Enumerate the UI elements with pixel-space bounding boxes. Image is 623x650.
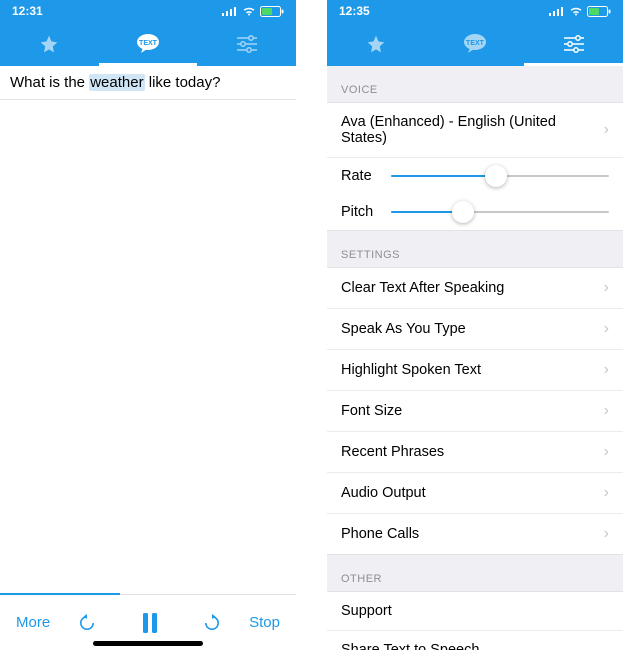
text-bubble-icon: TEXT — [462, 33, 488, 55]
settings-row-label: Clear Text After Speaking — [341, 280, 604, 296]
voice-list: Ava (Enhanced) - English (United States)… — [327, 102, 623, 231]
status-bar: 12:35 — [327, 0, 623, 22]
pitch-label: Pitch — [341, 204, 381, 220]
tab-settings[interactable] — [197, 22, 296, 66]
settings-row[interactable]: Audio Output› — [327, 473, 623, 514]
pause-button[interactable] — [119, 612, 181, 634]
wifi-icon — [569, 6, 583, 16]
tab-favorites[interactable] — [327, 22, 426, 66]
forward-icon — [202, 613, 222, 633]
phone-text-screen: 12:31 TEXT What is the weather like toda… — [0, 0, 296, 650]
star-icon — [39, 34, 59, 54]
chevron-right-icon: › — [604, 121, 609, 139]
section-header-voice: VOICE — [327, 66, 623, 102]
text-input-display[interactable]: What is the weather like today? — [0, 66, 296, 100]
battery-icon — [587, 6, 611, 17]
tab-favorites[interactable] — [0, 22, 99, 66]
settings-row-label: Highlight Spoken Text — [341, 362, 604, 378]
settings-row-label: Audio Output — [341, 485, 604, 501]
wifi-icon — [242, 6, 256, 16]
settings-list: Clear Text After Speaking›Speak As You T… — [327, 267, 623, 555]
settings-row[interactable]: Font Size› — [327, 391, 623, 432]
rate-thumb[interactable] — [485, 165, 507, 187]
status-time: 12:31 — [12, 4, 43, 18]
settings-row[interactable]: Clear Text After Speaking› — [327, 268, 623, 309]
sliders-icon — [237, 35, 257, 53]
rate-slider-row: Rate — [327, 158, 623, 194]
battery-icon — [260, 6, 284, 17]
svg-text:TEXT: TEXT — [466, 40, 485, 47]
other-list: SupportShare Text to SpeechRate in the A… — [327, 591, 623, 650]
chevron-right-icon: › — [604, 320, 609, 338]
settings-row[interactable]: Phone Calls› — [327, 514, 623, 554]
forward-button[interactable] — [181, 613, 243, 633]
section-header-settings: SETTINGS — [327, 231, 623, 267]
pitch-slider-row: Pitch — [327, 194, 623, 230]
more-button[interactable]: More — [10, 614, 56, 631]
top-tabs: TEXT — [0, 22, 296, 66]
home-indicator[interactable] — [93, 641, 203, 646]
status-bar: 12:31 — [0, 0, 296, 22]
settings-row-label: Speak As You Type — [341, 321, 604, 337]
rate-slider[interactable] — [391, 175, 609, 177]
svg-text:TEXT: TEXT — [139, 40, 158, 47]
chevron-right-icon: › — [604, 361, 609, 379]
signal-icon — [222, 6, 238, 16]
chevron-right-icon: › — [604, 402, 609, 420]
other-row-label: Support — [341, 603, 609, 619]
signal-icon — [549, 6, 565, 16]
section-header-other: OTHER — [327, 555, 623, 591]
rewind-icon — [77, 613, 97, 633]
settings-row-label: Recent Phrases — [341, 444, 604, 460]
other-row[interactable]: Share Text to Speech — [327, 631, 623, 650]
settings-row[interactable]: Highlight Spoken Text› — [327, 350, 623, 391]
rate-label: Rate — [341, 168, 381, 184]
other-row[interactable]: Support — [327, 592, 623, 631]
stop-button[interactable]: Stop — [243, 614, 286, 631]
text-after: like today? — [145, 74, 221, 91]
settings-row-label: Font Size — [341, 403, 604, 419]
highlighted-word: weather — [89, 74, 144, 91]
tab-text[interactable]: TEXT — [99, 22, 198, 66]
status-icons — [222, 6, 284, 17]
status-time: 12:35 — [339, 4, 370, 18]
voice-label: Ava (Enhanced) - English (United States) — [341, 114, 604, 146]
pitch-thumb[interactable] — [452, 201, 474, 223]
chevron-right-icon: › — [604, 525, 609, 543]
chevron-right-icon: › — [604, 279, 609, 297]
star-icon — [366, 34, 386, 54]
settings-row[interactable]: Speak As You Type› — [327, 309, 623, 350]
sliders-icon — [564, 35, 584, 53]
text-before: What is the — [10, 74, 89, 91]
settings-row-label: Phone Calls — [341, 526, 604, 542]
pitch-slider[interactable] — [391, 211, 609, 213]
text-bubble-icon: TEXT — [135, 33, 161, 55]
tab-settings[interactable] — [524, 22, 623, 66]
text-canvas[interactable] — [0, 100, 296, 594]
chevron-right-icon: › — [604, 443, 609, 461]
status-icons — [549, 6, 611, 17]
settings-scroll[interactable]: VOICE Ava (Enhanced) - English (United S… — [327, 66, 623, 650]
phone-settings-screen: 12:35 TEXT VOICE Ava (Enhanced) - Englis… — [327, 0, 623, 650]
top-tabs: TEXT — [327, 22, 623, 66]
pause-icon — [141, 612, 159, 634]
rewind-button[interactable] — [56, 613, 118, 633]
voice-selection-row[interactable]: Ava (Enhanced) - English (United States)… — [327, 103, 623, 158]
chevron-right-icon: › — [604, 484, 609, 502]
other-row-label: Share Text to Speech — [341, 642, 609, 650]
settings-row[interactable]: Recent Phrases› — [327, 432, 623, 473]
tab-text[interactable]: TEXT — [426, 22, 525, 66]
